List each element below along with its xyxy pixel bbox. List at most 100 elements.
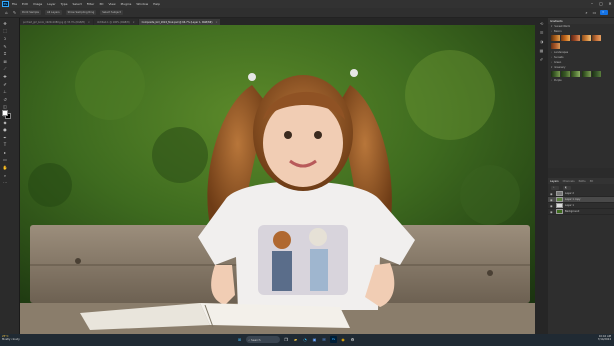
- hand-icon[interactable]: ✋: [2, 165, 9, 171]
- history-brush-icon[interactable]: ↺: [2, 97, 9, 103]
- sample-layers-select[interactable]: All Layers: [45, 10, 62, 15]
- gradient-swatch[interactable]: [591, 71, 601, 77]
- adjustments-icon[interactable]: ◑: [538, 39, 545, 45]
- marquee-icon[interactable]: ⬚: [2, 28, 9, 34]
- gradient-swatch[interactable]: [571, 35, 581, 41]
- libraries-icon[interactable]: ▦: [538, 48, 545, 54]
- chevron-right-icon: ›: [551, 56, 553, 59]
- document-canvas[interactable]: [20, 25, 535, 334]
- eye-icon[interactable]: ◉: [550, 204, 554, 208]
- brush-settings-icon[interactable]: ✐: [538, 57, 545, 63]
- blend-mode-select[interactable]: ◐: [563, 185, 571, 190]
- layer-filter-row: ⌕ ◐: [548, 184, 614, 191]
- layer-kind-filter[interactable]: ⌕: [551, 185, 559, 190]
- maximize-icon[interactable]: ▢: [597, 1, 605, 7]
- rectangle-icon[interactable]: ▭: [2, 157, 9, 163]
- foreground-color-swatch[interactable]: [2, 110, 8, 116]
- workspace-icon[interactable]: ▭: [592, 10, 597, 15]
- gradient-swatch[interactable]: [551, 71, 560, 77]
- menu-image[interactable]: Image: [33, 2, 42, 6]
- file-explorer-icon[interactable]: ▰: [292, 336, 299, 343]
- edge-browser-icon[interactable]: ◔: [302, 336, 309, 343]
- color-swatches[interactable]: [2, 110, 11, 119]
- eye-icon[interactable]: ◉: [550, 192, 554, 196]
- brush-icon[interactable]: ✐: [2, 82, 9, 88]
- tab-channels[interactable]: Channels: [563, 180, 575, 183]
- chevron-down-icon: ▾: [551, 25, 553, 28]
- frame-icon[interactable]: ⊠: [2, 59, 9, 65]
- close-tab-icon[interactable]: ×: [133, 21, 135, 24]
- properties-icon[interactable]: ☰: [538, 30, 545, 36]
- chevron-right-icon: ›: [551, 61, 553, 64]
- path-select-icon[interactable]: ▸: [2, 150, 9, 156]
- move-icon[interactable]: ✥: [2, 21, 9, 27]
- gradient-swatch[interactable]: [551, 35, 560, 41]
- menu-edit[interactable]: Edit: [22, 2, 28, 6]
- tab-paths[interactable]: Paths: [579, 180, 586, 183]
- menu-help[interactable]: Help: [153, 2, 160, 6]
- gradient-swatch[interactable]: [591, 35, 601, 41]
- select-subject-button[interactable]: Select Subject: [100, 10, 123, 15]
- photoshop-logo[interactable]: Ps: [2, 1, 9, 7]
- eye-icon[interactable]: ◉: [550, 210, 554, 214]
- home-icon[interactable]: ⌂: [4, 10, 9, 15]
- mail-icon[interactable]: ✉: [321, 336, 328, 343]
- blur-icon[interactable]: ◆: [2, 120, 9, 126]
- menu-window[interactable]: Window: [136, 2, 148, 6]
- history-icon[interactable]: ⟲: [538, 21, 545, 27]
- show-ring-checkbox[interactable]: Show Sampling Ring: [65, 10, 97, 15]
- chrome-icon[interactable]: ◉: [340, 336, 347, 343]
- gradient-swatch[interactable]: [571, 71, 581, 77]
- gradient-swatch[interactable]: [581, 71, 591, 77]
- task-view-icon[interactable]: ❐: [283, 336, 290, 343]
- store-icon[interactable]: ▣: [311, 336, 318, 343]
- layer-thumbnail: [556, 197, 563, 202]
- menu-plugins[interactable]: Plugins: [121, 2, 132, 6]
- menu-filter[interactable]: Filter: [87, 2, 94, 6]
- more-tools-icon[interactable]: ⋯: [2, 180, 9, 186]
- layer-row[interactable]: ◉ Background: [548, 209, 614, 215]
- crop-icon[interactable]: ⌗: [2, 51, 9, 57]
- close-icon[interactable]: ✕: [606, 1, 614, 7]
- menu-layer[interactable]: Layer: [47, 2, 55, 6]
- gradient-swatches-warm: [548, 34, 614, 42]
- dodge-icon[interactable]: ●: [2, 127, 9, 133]
- menu-view[interactable]: View: [108, 2, 115, 6]
- clock-date: 7/14/2024: [597, 338, 611, 342]
- zoom-icon[interactable]: ⌕: [2, 173, 9, 179]
- menu-file[interactable]: File: [12, 2, 17, 6]
- gradient-swatch[interactable]: [581, 35, 591, 41]
- tab-3d[interactable]: 3D: [590, 180, 594, 183]
- clone-stamp-icon[interactable]: ⊥: [2, 89, 9, 95]
- close-tab-icon[interactable]: ×: [215, 21, 217, 24]
- tab-gradients[interactable]: Gradients: [550, 20, 563, 23]
- windows-start-icon[interactable]: ⊞: [236, 336, 243, 343]
- gradient-group-purple[interactable]: › Purple: [548, 78, 614, 83]
- settings-icon[interactable]: ⚙: [349, 336, 356, 343]
- sample-size-select[interactable]: Point Sample: [20, 10, 41, 15]
- eyedropper-tool-icon[interactable]: ✎: [12, 10, 17, 15]
- menu-3d[interactable]: 3D: [99, 2, 103, 6]
- taskbar-search-box[interactable]: ⌕ Search: [245, 336, 280, 343]
- minimize-icon[interactable]: –: [588, 1, 596, 7]
- weather-widget[interactable]: 25°C Mostly cloudy: [2, 335, 20, 342]
- system-clock[interactable]: 10:42 AM 7/14/2024: [598, 335, 611, 342]
- close-tab-icon[interactable]: ×: [88, 21, 90, 24]
- gradients-panel: Gradients ▾ Sunset Warm › Basics › Landsc…: [548, 18, 614, 168]
- photoshop-icon[interactable]: Ps: [330, 336, 337, 343]
- menu-type[interactable]: Type: [61, 2, 68, 6]
- pen-icon[interactable]: ✒: [2, 135, 9, 141]
- gradient-swatch[interactable]: [561, 71, 571, 77]
- quick-select-icon[interactable]: ✎: [2, 44, 9, 50]
- lasso-icon[interactable]: ↄ: [2, 36, 9, 42]
- gradient-swatch[interactable]: [561, 35, 571, 41]
- search-icon[interactable]: ⌕: [584, 10, 589, 15]
- eye-icon[interactable]: ◉: [550, 198, 554, 202]
- menu-select[interactable]: Select: [73, 2, 82, 6]
- gradient-swatch[interactable]: [551, 43, 560, 49]
- tab-layers[interactable]: Layers: [550, 180, 559, 183]
- eyedropper-icon[interactable]: ⟋: [2, 66, 9, 72]
- spot-heal-icon[interactable]: ✚: [2, 74, 9, 80]
- share-button[interactable]: ⇪: [600, 10, 608, 15]
- type-icon[interactable]: T: [2, 142, 9, 148]
